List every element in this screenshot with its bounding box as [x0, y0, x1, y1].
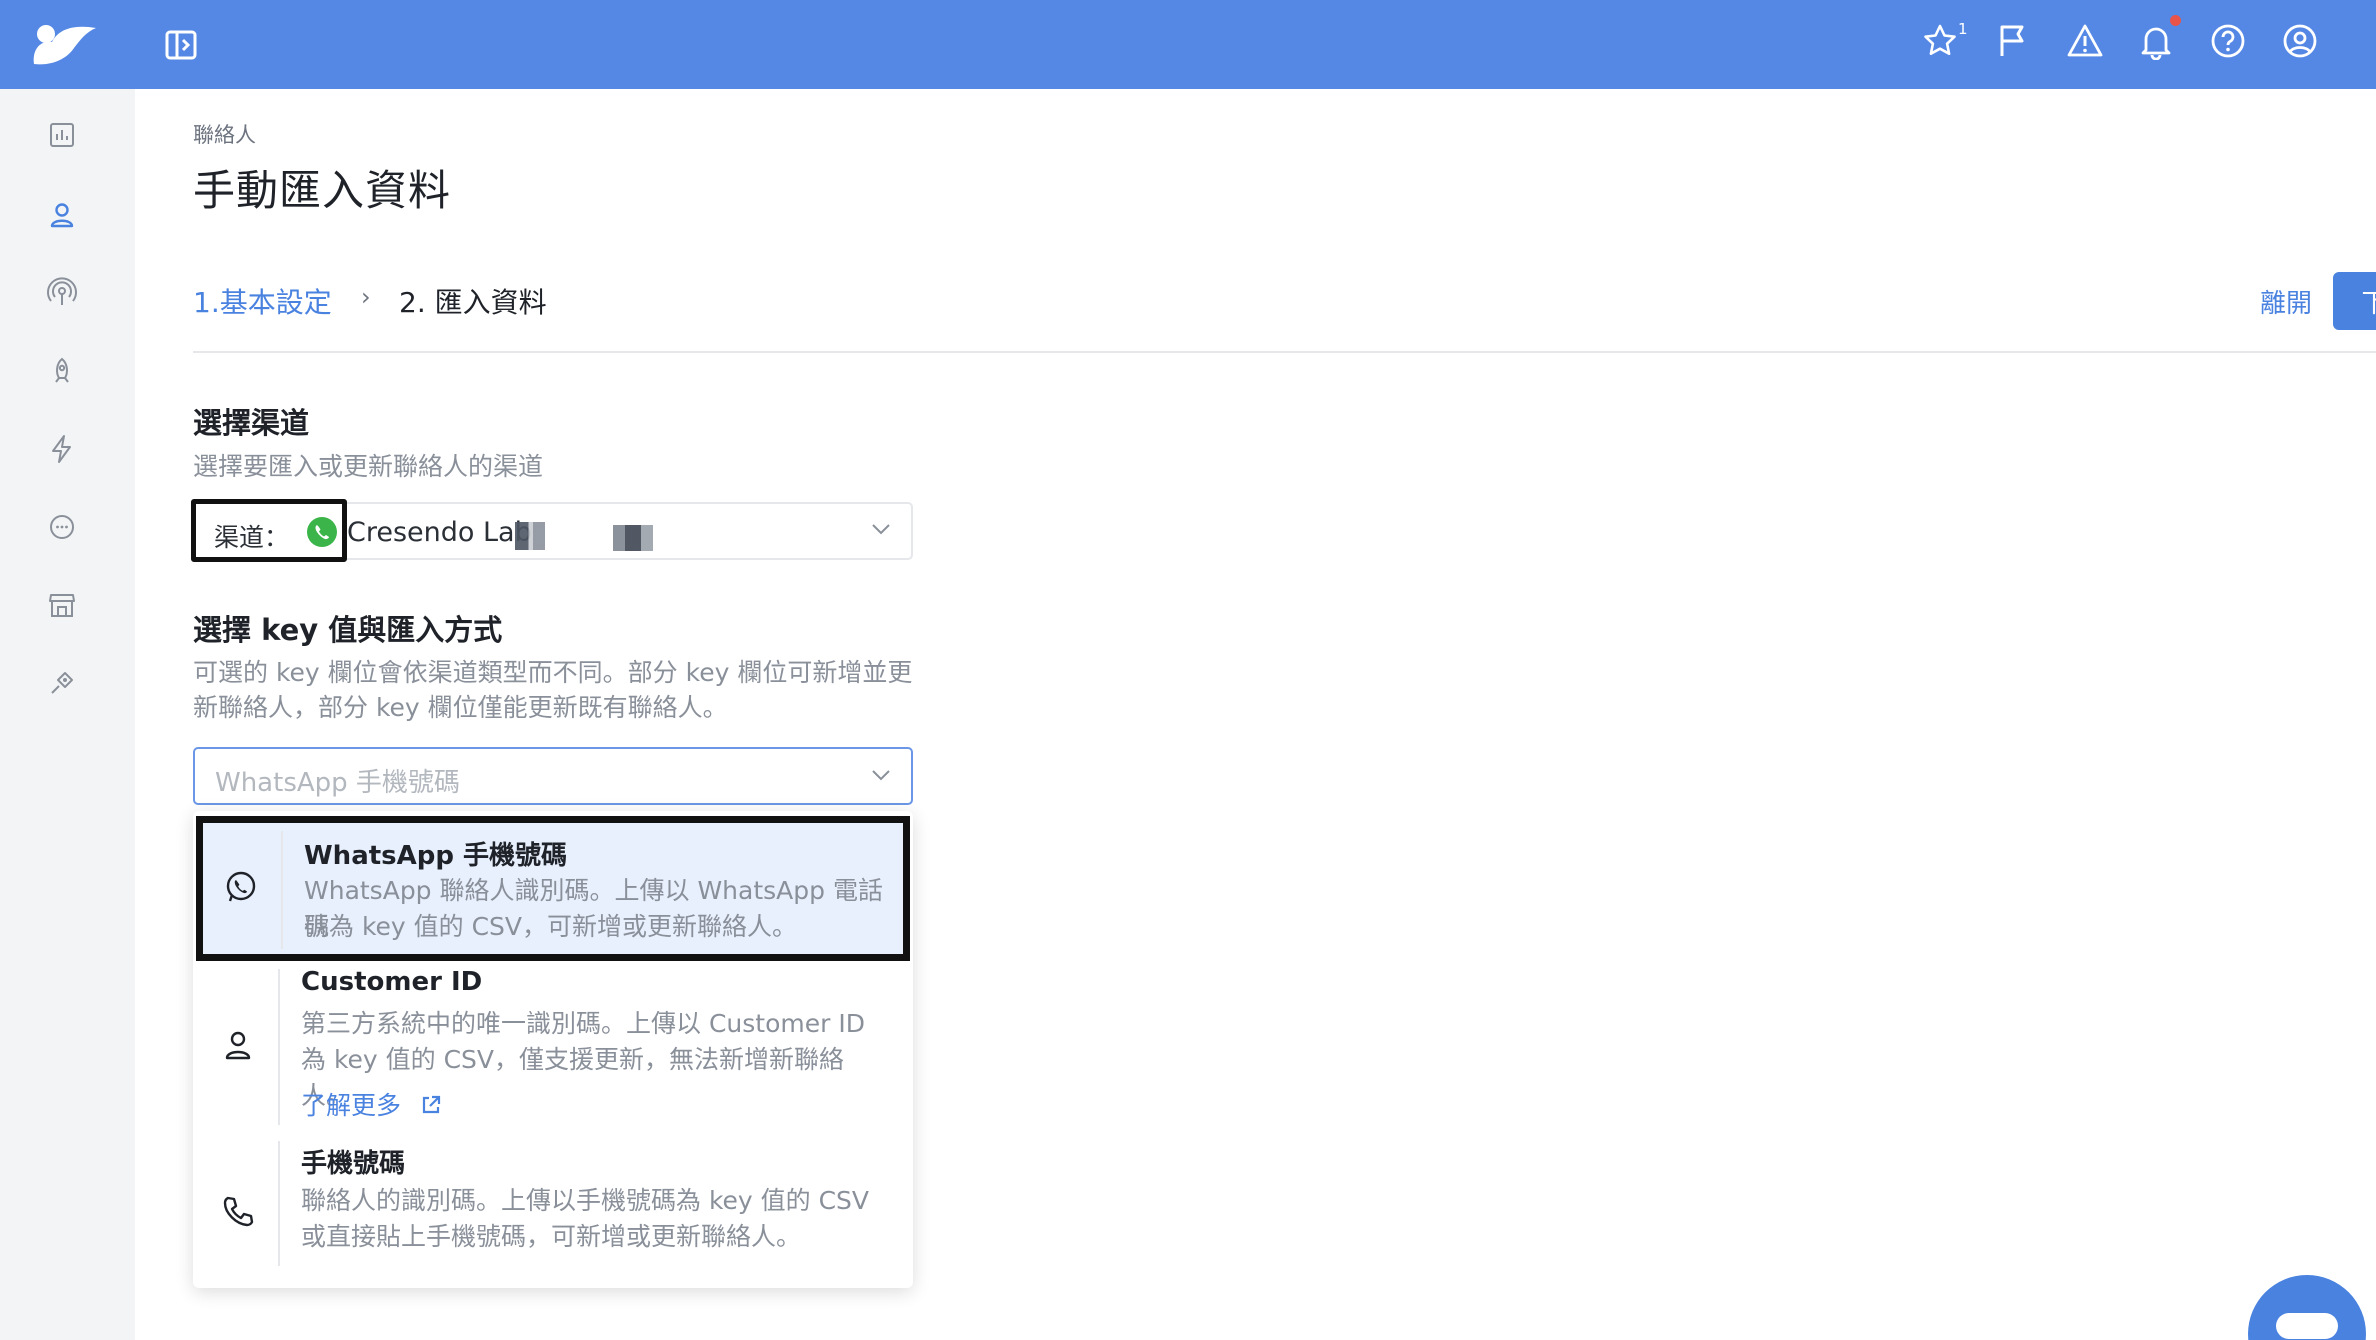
whatsapp-icon — [226, 871, 256, 902]
main-content: 聯絡人 手動匯入資料 1.基本設定 › 2. 匯入資料 離開 下一步 選擇渠道 … — [135, 89, 2376, 1340]
left-nav — [0, 89, 135, 1340]
option-title: Customer ID — [301, 967, 483, 997]
key-select[interactable]: WhatsApp 手機號碼 — [193, 747, 913, 805]
whatsapp-icon — [307, 517, 337, 547]
flag-icon[interactable] — [1993, 22, 2031, 60]
store-icon[interactable] — [46, 589, 78, 621]
chat-icon[interactable] — [46, 511, 78, 543]
chevron-down-icon[interactable] — [870, 764, 892, 786]
learn-more-label: 了解更多 — [301, 1091, 402, 1120]
channel-section-description: 選擇要匯入或更新聯絡人的渠道 — [193, 452, 544, 481]
sidebar-toggle-icon[interactable] — [164, 28, 198, 62]
external-link-icon — [422, 1095, 441, 1114]
step-import-data: 2. 匯入資料 — [399, 286, 547, 319]
option-separator — [281, 831, 283, 949]
option-customer-id[interactable]: Customer ID 第三方系統中的唯一識別碼。上傳以 Customer ID… — [193, 961, 913, 1131]
key-select-placeholder: WhatsApp 手機號碼 — [215, 768, 460, 798]
top-bar: 1 — [0, 0, 2376, 89]
contacts-icon[interactable] — [46, 199, 78, 231]
page-title: 手動匯入資料 — [193, 166, 452, 215]
option-description-line1: 第三方系統中的唯一識別碼。上傳以 Customer ID — [301, 1009, 865, 1038]
option-separator — [278, 969, 280, 1125]
learn-more-link[interactable]: 了解更多 — [301, 1086, 443, 1122]
step-separator: › — [361, 283, 371, 311]
account-icon[interactable] — [2281, 22, 2319, 60]
breadcrumb[interactable]: 聯絡人 — [193, 119, 256, 149]
channel-label: 渠道： — [214, 523, 290, 552]
key-section-title: 選擇 key 值與匯入方式 — [193, 613, 503, 647]
option-description-line2: 碼為 key 值的 CSV，可新增或更新聯絡人。 — [304, 912, 798, 941]
logo[interactable] — [30, 20, 98, 66]
channel-label-highlight: 渠道： — [191, 499, 347, 562]
dashboard-icon[interactable] — [46, 119, 78, 151]
warning-icon[interactable] — [2066, 22, 2104, 60]
option-whatsapp-phone[interactable]: WhatsApp 手機號碼 WhatsApp 聯絡人識別碼。上傳以 WhatsA… — [196, 816, 910, 961]
next-step-button[interactable]: 下一步 — [2333, 272, 2376, 330]
favorites-badge: 1 — [1958, 20, 1968, 38]
option-title: WhatsApp 手機號碼 — [304, 841, 568, 871]
step-basic-settings[interactable]: 1.基本設定 — [193, 281, 332, 321]
notification-dot — [2170, 15, 2181, 26]
option-separator — [278, 1141, 280, 1266]
option-description-line2: 或直接貼上手機號碼，可新增或更新聯絡人。 — [301, 1222, 802, 1251]
divider — [193, 351, 2376, 353]
automation-icon[interactable] — [46, 433, 78, 465]
integration-icon[interactable] — [46, 667, 78, 699]
option-title: 手機號碼 — [301, 1149, 406, 1179]
broadcast-icon[interactable] — [46, 277, 78, 309]
user-icon — [225, 1031, 251, 1060]
star-icon[interactable] — [1921, 22, 1959, 60]
phone-icon — [223, 1196, 254, 1227]
chevron-down-icon[interactable] — [870, 518, 892, 540]
redacted-text — [613, 525, 653, 551]
option-description-line1: 聯絡人的識別碼。上傳以手機號碼為 key 值的 CSV — [301, 1186, 870, 1215]
help-icon[interactable] — [2209, 22, 2247, 60]
channel-value: Cresendo Lab — [347, 517, 532, 548]
channel-section-title: 選擇渠道 — [193, 406, 310, 440]
redacted-text — [515, 522, 545, 550]
leave-button[interactable]: 離開 — [2260, 283, 2312, 320]
option-mobile-phone[interactable]: 手機號碼 聯絡人的識別碼。上傳以手機號碼為 key 值的 CSV 或直接貼上手機… — [193, 1141, 913, 1281]
key-options-dropdown: WhatsApp 手機號碼 WhatsApp 聯絡人識別碼。上傳以 WhatsA… — [193, 811, 913, 1288]
rocket-icon[interactable] — [46, 355, 78, 387]
chat-bubble-icon — [2276, 1313, 2338, 1339]
key-section-description-line1: 可選的 key 欄位會依渠道類型而不同。部分 key 欄位可新增並更 — [193, 658, 913, 687]
bell-icon[interactable] — [2137, 22, 2175, 60]
key-section-description-line2: 新聯絡人，部分 key 欄位僅能更新既有聯絡人。 — [193, 693, 728, 722]
